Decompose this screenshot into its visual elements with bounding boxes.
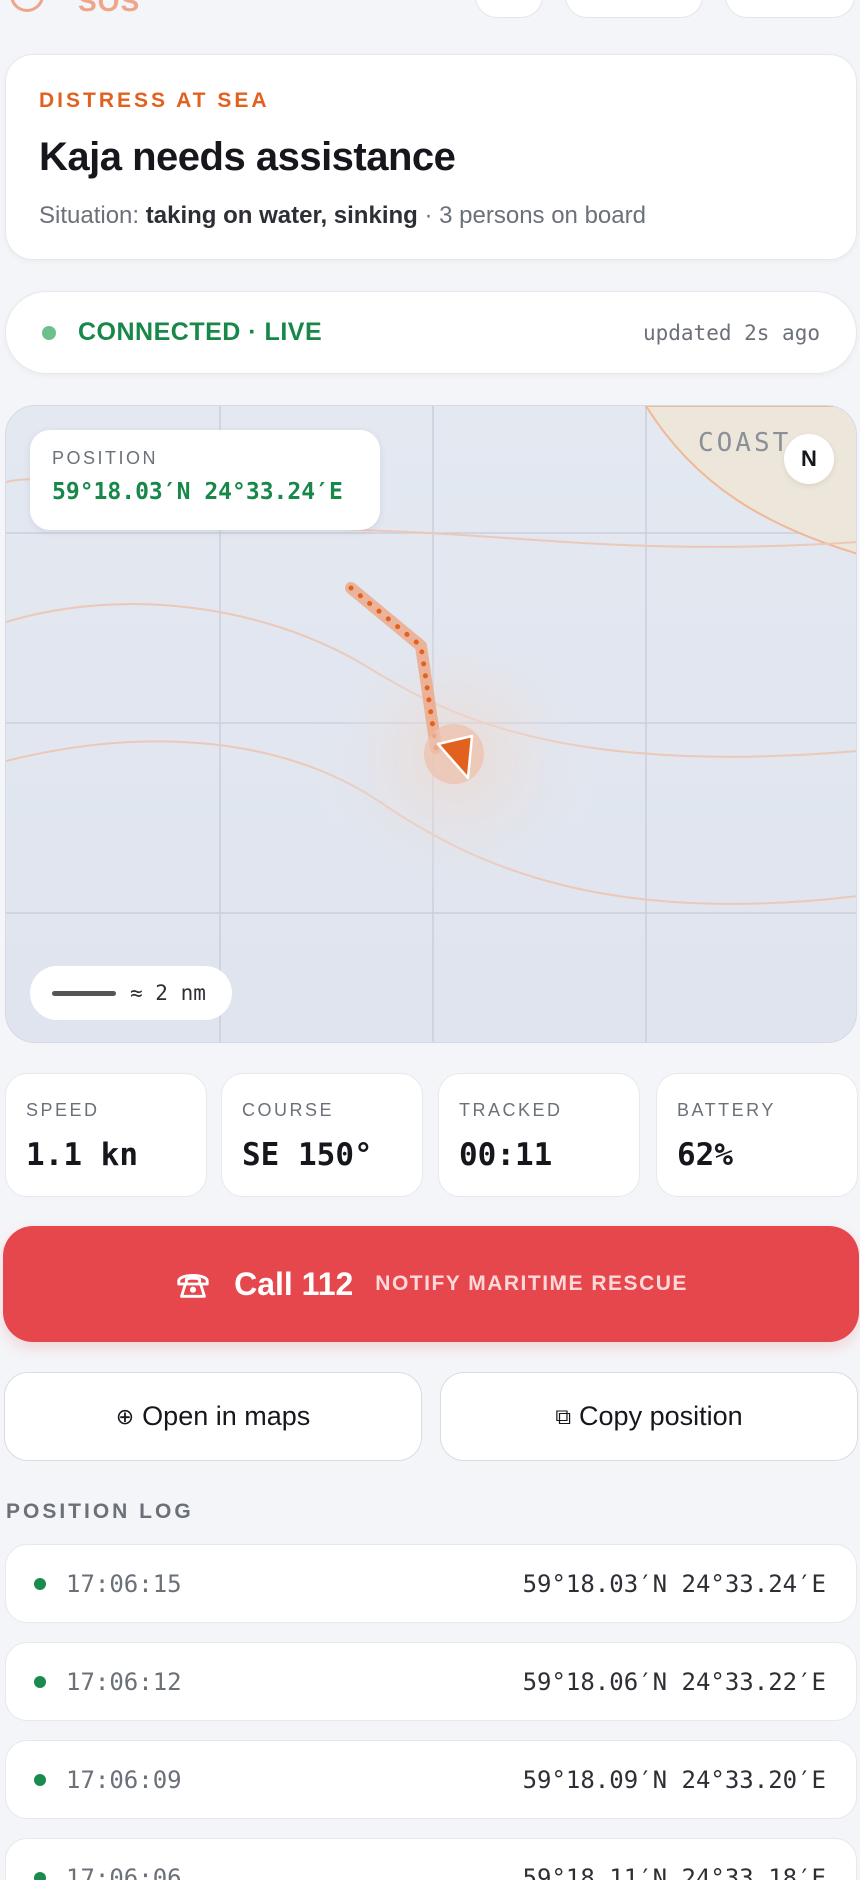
stat-value: 1.1 kn — [26, 1137, 138, 1173]
log-coord: 59°18.03′N 24°33.24′E — [522, 1569, 826, 1598]
copy-icon: ⧉ — [555, 1403, 572, 1429]
stat-speed: SPEED 1.1 kn — [5, 1073, 207, 1197]
stat-label: SPEED — [26, 1100, 100, 1120]
call-112-button[interactable]: Call 112 NOTIFY MARITIME RESCUE — [3, 1226, 859, 1342]
call-label: Call 112 — [234, 1265, 354, 1302]
log-time: 17:06:12 — [66, 1667, 182, 1696]
persons-on-board: · 3 persons on board — [424, 202, 646, 229]
updated-time: updated 2s ago — [642, 320, 820, 345]
stat-tracked: TRACKED 00:11 — [438, 1073, 640, 1197]
brand-logo-icon — [10, 0, 44, 12]
log-coord: 59°18.06′N 24°33.22′E — [522, 1667, 826, 1696]
copy-position-label: Copy position — [579, 1401, 743, 1431]
log-row[interactable]: 17:06:09 59°18.09′N 24°33.20′E — [5, 1740, 857, 1819]
log-coord: 59°18.11′N 24°33.18′E — [522, 1863, 826, 1880]
log-status-dot-icon — [34, 1675, 46, 1688]
call-sublabel: NOTIFY MARITIME RESCUE — [375, 1272, 688, 1295]
map-view[interactable]: POSITION 59°18.03′N 24°33.24′E COAST N ≈… — [5, 405, 857, 1043]
open-in-maps-button[interactable]: ⊕ Open in maps — [4, 1372, 422, 1461]
log-status-dot-icon — [34, 1871, 46, 1880]
log-time: 17:06:15 — [66, 1569, 182, 1598]
position-box: POSITION 59°18.03′N 24°33.24′E — [30, 430, 380, 530]
log-row[interactable]: 17:06:15 59°18.03′N 24°33.24′E — [5, 1544, 857, 1623]
position-label: POSITION — [52, 448, 159, 468]
scale-bar — [52, 990, 116, 996]
log-status-dot-icon — [34, 1577, 46, 1590]
distress-card: DISTRESS AT SEA Kaja needs assistance Si… — [5, 54, 857, 260]
header-button-1[interactable] — [475, 0, 543, 18]
position-value: 59°18.03′N 24°33.24′E — [52, 479, 343, 505]
distress-eyebrow: DISTRESS AT SEA — [39, 89, 270, 112]
phone-icon — [177, 1274, 209, 1298]
situation-prefix: Situation: — [39, 202, 140, 229]
map-scale: ≈ 2 nm — [30, 966, 232, 1020]
scale-label: ≈ 2 nm — [130, 981, 206, 1005]
situation-text: taking on water, sinking — [145, 202, 418, 229]
stat-battery: BATTERY 62% — [656, 1073, 858, 1197]
position-log-title: POSITION LOG — [6, 1500, 194, 1523]
coast-label: COAST — [698, 428, 792, 458]
situation-line: Situation: taking on water, sinking · 3 … — [39, 202, 823, 230]
stat-label: BATTERY — [677, 1100, 776, 1120]
log-time: 17:06:09 — [66, 1765, 182, 1794]
log-row[interactable]: 17:06:06 59°18.11′N 24°33.18′E — [5, 1838, 857, 1880]
stat-label: TRACKED — [459, 1100, 563, 1120]
brand-name: SOS — [78, 0, 141, 17]
header-button-2[interactable] — [565, 0, 703, 18]
stat-label: COURSE — [242, 1100, 335, 1120]
stat-value: SE 150° — [242, 1137, 373, 1173]
live-dot-icon — [42, 325, 56, 340]
log-coord: 59°18.09′N 24°33.20′E — [522, 1765, 826, 1794]
stat-course: COURSE SE 150° — [221, 1073, 423, 1197]
header-button-3[interactable] — [725, 0, 855, 18]
north-indicator-icon[interactable]: N — [784, 434, 834, 484]
distress-title: Kaja needs assistance — [39, 135, 456, 179]
log-time: 17:06:06 — [66, 1863, 182, 1880]
connection-status: CONNECTED · LIVE updated 2s ago — [5, 291, 857, 374]
log-row[interactable]: 17:06:12 59°18.06′N 24°33.22′E — [5, 1642, 857, 1721]
log-status-dot-icon — [34, 1773, 46, 1786]
copy-position-button[interactable]: ⧉ Copy position — [440, 1372, 858, 1461]
connection-text: CONNECTED · LIVE — [78, 318, 323, 346]
stat-value: 00:11 — [459, 1137, 553, 1173]
target-icon: ⊕ — [115, 1403, 135, 1429]
open-in-maps-label: Open in maps — [142, 1401, 311, 1431]
stat-value: 62% — [677, 1137, 733, 1173]
